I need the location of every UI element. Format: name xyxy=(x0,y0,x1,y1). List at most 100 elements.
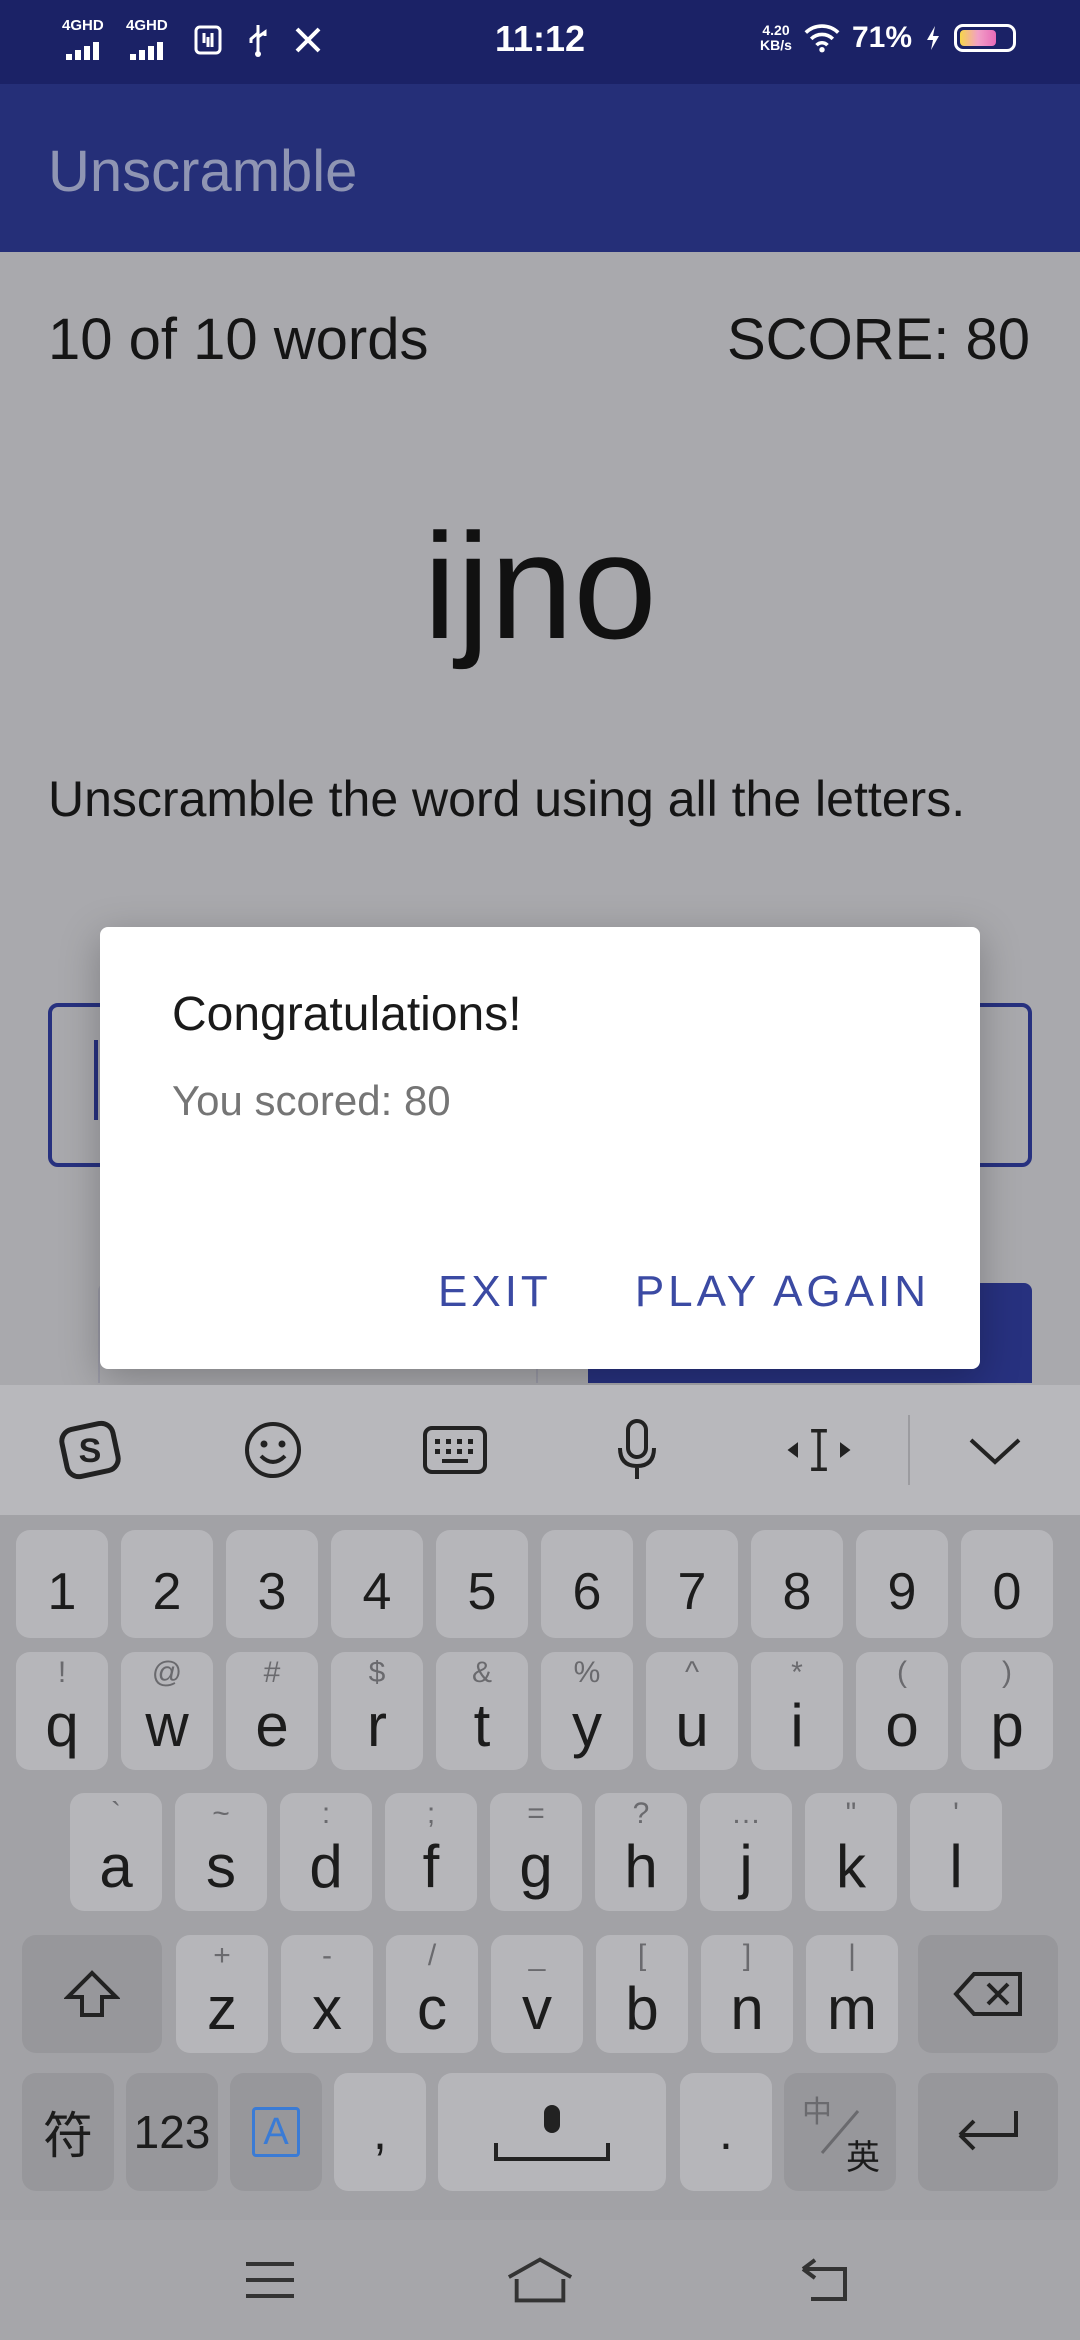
key-sublabel: ^ xyxy=(684,1656,700,1689)
symbols-key[interactable]: 符 xyxy=(22,2073,114,2191)
key-4[interactable]: 4 xyxy=(331,1530,423,1638)
key-e[interactable]: # e xyxy=(226,1652,318,1770)
key-sublabel: % xyxy=(573,1656,601,1689)
key-0[interactable]: 0 xyxy=(961,1530,1053,1638)
key-label: 0 xyxy=(992,1563,1022,1621)
key-y[interactable]: % y xyxy=(541,1652,633,1770)
key-sublabel: ; xyxy=(426,1797,436,1830)
play-again-button[interactable]: PLAY AGAIN xyxy=(635,1267,930,1317)
key-j[interactable]: … j xyxy=(700,1793,792,1911)
key-sublabel: ) xyxy=(1002,1656,1012,1689)
numbers-key[interactable]: 123 xyxy=(126,2073,218,2191)
key-label: x xyxy=(312,1975,342,2042)
key-3[interactable]: 3 xyxy=(226,1530,318,1638)
key-i[interactable]: * i xyxy=(751,1652,843,1770)
key-q[interactable]: ! q xyxy=(16,1652,108,1770)
key-label: v xyxy=(522,1975,552,2042)
scrambled-word: ijno xyxy=(423,502,657,670)
key-g[interactable]: = g xyxy=(490,1793,582,1911)
svg-text:S: S xyxy=(79,1432,102,1470)
keyboard: 1 2 3 4 5 6 7 8 9 0! q @ w # e $ r & t% y ^ u * i(o) p ` a ~ s: d; f = g… xyxy=(0,1515,1080,2220)
status-bar: 4GHD 4GHD 11:12 4.20 KB/s 71% xyxy=(0,0,1080,84)
key-sublabel: = xyxy=(527,1797,545,1830)
key-v[interactable]: _ v xyxy=(491,1935,583,2053)
key-label: n xyxy=(730,1975,764,2042)
key-label: r xyxy=(367,1692,387,1759)
menu-icon[interactable] xyxy=(235,2250,305,2310)
key-f[interactable]: ; f xyxy=(385,1793,477,1911)
shift-key[interactable] xyxy=(22,1935,162,2053)
key-9[interactable]: 9 xyxy=(856,1530,948,1638)
key-label: q xyxy=(45,1692,79,1759)
collapse-keyboard-icon[interactable] xyxy=(960,1415,1030,1485)
exit-button[interactable]: EXIT xyxy=(438,1267,552,1317)
dialog-title: Congratulations! xyxy=(172,988,522,1041)
key-label: 英 xyxy=(846,2139,880,2177)
instructions: Unscramble the word using all the letter… xyxy=(48,771,966,827)
language-indicator-key[interactable]: A xyxy=(230,2073,322,2191)
key-a[interactable]: ` a xyxy=(70,1793,162,1911)
sogou-logo-icon[interactable]: S xyxy=(55,1415,125,1485)
key-label: 2 xyxy=(152,1563,182,1621)
key-sublabel: [ xyxy=(637,1939,647,1972)
home-icon[interactable] xyxy=(505,2250,575,2310)
key-l[interactable]: ' l xyxy=(910,1793,1002,1911)
key-sublabel: | xyxy=(848,1939,856,1972)
key-d[interactable]: :d xyxy=(280,1793,372,1911)
key-z[interactable]: + z xyxy=(176,1935,268,2053)
score: SCORE: 80 xyxy=(727,307,1030,372)
key-k[interactable]: " k xyxy=(805,1793,897,1911)
key-sublabel: $ xyxy=(368,1656,386,1689)
key-label: u xyxy=(675,1692,709,1759)
key-u[interactable]: ^ u xyxy=(646,1652,738,1770)
key-t[interactable]: & t xyxy=(436,1652,528,1770)
key-n[interactable]: ] n xyxy=(701,1935,793,2053)
key-sublabel: ( xyxy=(897,1656,907,1689)
emoji-icon[interactable] xyxy=(238,1415,308,1485)
enter-key[interactable] xyxy=(918,2073,1058,2191)
key-sublabel: @ xyxy=(151,1656,183,1689)
key-p[interactable]: ) p xyxy=(961,1652,1053,1770)
shift-icon xyxy=(64,1970,120,2017)
key-c[interactable]: / c xyxy=(386,1935,478,2053)
key-x[interactable]: -x xyxy=(281,1935,373,2053)
key-b[interactable]: [b xyxy=(596,1935,688,2053)
language-toggle-key[interactable]: 中英 xyxy=(784,2073,896,2191)
period-key[interactable]: . xyxy=(680,2073,772,2191)
cursor-move-icon[interactable] xyxy=(784,1415,854,1485)
text-cursor xyxy=(94,1040,98,1120)
key-2[interactable]: 2 xyxy=(121,1530,213,1638)
key-label: , xyxy=(373,2104,387,2160)
key-label: 6 xyxy=(572,1563,602,1621)
key-5[interactable]: 5 xyxy=(436,1530,528,1638)
key-m[interactable]: | m xyxy=(806,1935,898,2053)
key-sublabel: ~ xyxy=(212,1797,230,1830)
key-w[interactable]: @ w xyxy=(121,1652,213,1770)
key-label: j xyxy=(739,1833,753,1900)
keyboard-layout-icon[interactable] xyxy=(420,1415,490,1485)
key-label: f xyxy=(422,1833,440,1900)
key-label: 3 xyxy=(257,1563,287,1621)
delete-key[interactable] xyxy=(918,1935,1058,2053)
key-sublabel: … xyxy=(731,1797,761,1830)
key-h[interactable]: ? h xyxy=(595,1793,687,1911)
battery-level xyxy=(960,30,996,46)
comma-key[interactable]: , xyxy=(334,2073,426,2191)
key-label: o xyxy=(885,1692,919,1759)
space-key[interactable] xyxy=(438,2073,666,2191)
key-r[interactable]: $ r xyxy=(331,1652,423,1770)
key-label: b xyxy=(625,1975,659,2042)
key-6[interactable]: 6 xyxy=(541,1530,633,1638)
back-icon[interactable] xyxy=(790,2250,860,2310)
key-o[interactable]: (o xyxy=(856,1652,948,1770)
key-1[interactable]: 1 xyxy=(16,1530,108,1638)
key-7[interactable]: 7 xyxy=(646,1530,738,1638)
key-sublabel: _ xyxy=(528,1939,546,1972)
key-8[interactable]: 8 xyxy=(751,1530,843,1638)
key-label: 9 xyxy=(887,1563,917,1621)
key-s[interactable]: ~ s xyxy=(175,1793,267,1911)
navigation-bar xyxy=(0,2220,1080,2340)
key-sublabel: & xyxy=(471,1656,492,1689)
microphone-icon[interactable] xyxy=(602,1415,672,1485)
key-sublabel: ! xyxy=(57,1656,67,1689)
